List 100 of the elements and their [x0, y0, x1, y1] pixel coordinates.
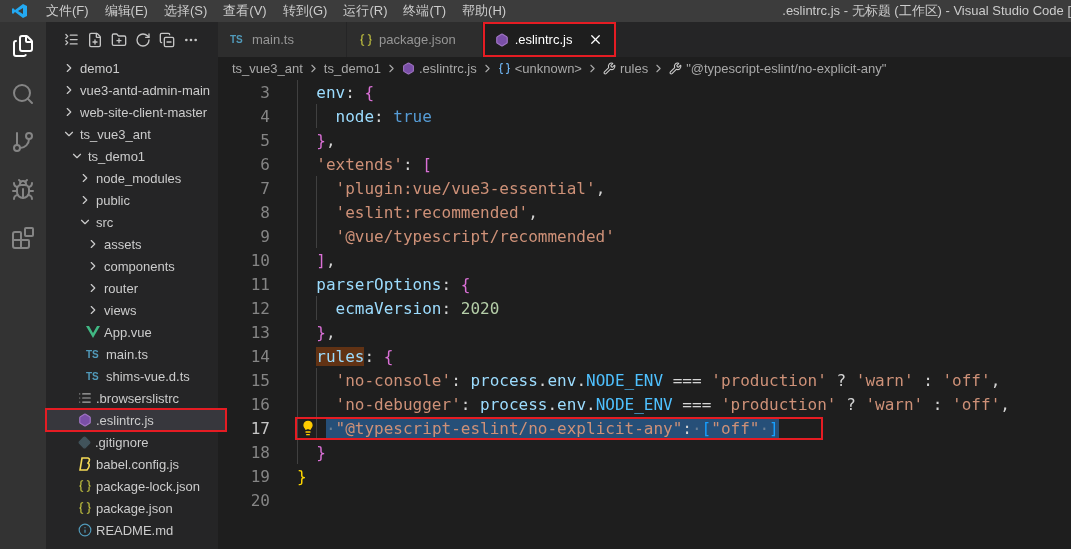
tree-item[interactable]: views — [46, 299, 218, 321]
tree-item[interactable]: .gitignore — [46, 431, 218, 453]
lines-icon — [78, 391, 92, 405]
editor-tab[interactable]: TS main.ts — [218, 22, 347, 57]
branch-icon[interactable] — [11, 130, 35, 154]
menu-item[interactable]: 选择(S) — [155, 2, 216, 20]
menu-item[interactable]: 帮助(H) — [454, 2, 515, 20]
code-line: ], — [315, 249, 337, 272]
diamond-icon — [78, 435, 91, 449]
line-number: 15 — [249, 370, 270, 390]
breadcrumb-item[interactable]: ts_vue3_ant — [232, 60, 303, 76]
hexagon-icon — [78, 413, 92, 427]
tree-item[interactable]: vue3-antd-admin-main — [46, 79, 218, 101]
breadcrumb-item[interactable]: <unknown> — [514, 60, 582, 76]
tree-item[interactable]: ts_demo1 — [46, 145, 218, 167]
line-number: 9 — [259, 226, 270, 246]
hexagon-icon — [401, 61, 415, 75]
hexagon-icon — [494, 32, 509, 47]
tree-item[interactable]: TS main.ts — [46, 343, 218, 365]
extensions-icon[interactable] — [11, 226, 35, 250]
breadcrumb-item[interactable]: "@typescript-eslint/no-explicit-any" — [686, 60, 887, 76]
babel-icon — [78, 457, 92, 471]
code-line: } — [315, 441, 327, 464]
breadcrumb-item[interactable]: ts_demo1 — [323, 60, 381, 76]
lightbulb-icon[interactable] — [300, 420, 316, 436]
line-number: 11 — [249, 274, 270, 294]
new-folder-icon[interactable] — [111, 31, 127, 48]
collapse-icon[interactable] — [64, 32, 79, 47]
line-number: 7 — [259, 178, 270, 198]
tree-item[interactable]: ts_vue3_ant — [46, 123, 218, 145]
tree-item[interactable]: package.json — [46, 497, 218, 519]
code-line: '@vue/typescript/recommended' — [334, 225, 616, 248]
tree-item[interactable]: App.vue — [46, 321, 218, 343]
line-number: 18 — [249, 442, 270, 462]
menu-item[interactable]: 终端(T) — [395, 2, 455, 20]
line-number: 10 — [249, 250, 270, 270]
menu-item[interactable]: 转到(G) — [274, 2, 336, 20]
typescript-icon: TS — [230, 34, 246, 45]
line-number: 19 — [249, 466, 270, 486]
code-line: }, — [315, 321, 337, 344]
typescript-icon: TS — [86, 348, 102, 360]
bug-icon[interactable] — [11, 178, 35, 202]
breadcrumb-item[interactable]: .eslintrc.js — [418, 60, 477, 76]
menu-item[interactable]: 运行(R) — [335, 2, 396, 20]
line-number: 4 — [259, 106, 270, 126]
line-number: 16 — [249, 394, 270, 414]
line-number: 13 — [249, 322, 270, 342]
braces-icon — [497, 61, 511, 75]
code-line: 'no-console': process.env.NODE_ENV === 'production' ? 'warn' : 'off', — [334, 369, 1002, 392]
braces-icon — [359, 32, 373, 47]
line-number: 6 — [259, 154, 270, 174]
line-number: 5 — [259, 130, 270, 150]
tree-item[interactable]: public — [46, 189, 218, 211]
line-number: 14 — [249, 346, 270, 366]
line-number: 8 — [259, 202, 270, 222]
line-number: 12 — [249, 298, 270, 318]
collapse-all-icon[interactable] — [159, 31, 175, 48]
tree-item[interactable]: babel.config.js — [46, 453, 218, 475]
info-icon — [78, 523, 92, 537]
refresh-icon[interactable] — [135, 31, 151, 48]
tree-item[interactable]: .browserslistrc — [46, 387, 218, 409]
app-logo-icon — [12, 3, 28, 19]
typescript-icon: TS — [86, 370, 102, 382]
code-line: env: { — [315, 81, 376, 104]
tree-item[interactable]: node_modules — [46, 167, 218, 189]
tree-item[interactable]: package-lock.json — [46, 475, 218, 497]
tree-item[interactable]: TS shims-vue.d.ts — [46, 365, 218, 387]
line-number: 3 — [259, 82, 270, 102]
wrench-icon — [669, 61, 683, 75]
tree-item[interactable]: .eslintrc.js — [46, 409, 226, 431]
window-title: .eslintrc.js - 无标题 (工作区) - Visual Studio Code [ — [782, 2, 1071, 20]
files-icon[interactable] — [11, 34, 35, 58]
code-line: rules: { — [315, 345, 395, 368]
vue-icon — [86, 326, 100, 338]
tree-item[interactable]: web-site-client-master — [46, 101, 218, 123]
code-line: } — [296, 465, 308, 488]
braces-icon — [78, 479, 92, 493]
tree-item[interactable]: src — [46, 211, 218, 233]
tree-item[interactable]: README.md — [46, 519, 218, 541]
code-line: node: true — [334, 105, 433, 128]
new-file-icon[interactable] — [87, 31, 103, 48]
code-line: }, — [315, 129, 337, 152]
editor-tab[interactable]: .eslintrc.js — [482, 22, 617, 57]
code-line: 'extends': [ — [315, 153, 433, 176]
breadcrumb-item[interactable]: rules — [619, 60, 649, 76]
braces-icon — [78, 501, 92, 515]
tree-item[interactable]: demo1 — [46, 57, 218, 79]
tree-item[interactable]: assets — [46, 233, 218, 255]
editor-tab[interactable]: package.json — [347, 22, 483, 57]
menu-item[interactable]: 编辑(E) — [96, 2, 156, 20]
menu-item[interactable]: 查看(V) — [215, 2, 275, 20]
code-line: 'eslint:recommended', — [334, 201, 539, 224]
code-line: 'plugin:vue/vue3-essential', — [334, 177, 607, 200]
menu-item[interactable]: 文件(F) — [38, 2, 97, 20]
search-icon[interactable] — [11, 82, 35, 106]
tree-item[interactable]: router — [46, 277, 218, 299]
wrench-icon — [602, 61, 616, 75]
line-number: 20 — [249, 490, 270, 510]
tree-item[interactable]: components — [46, 255, 218, 277]
code-line: parserOptions: { — [315, 273, 472, 296]
